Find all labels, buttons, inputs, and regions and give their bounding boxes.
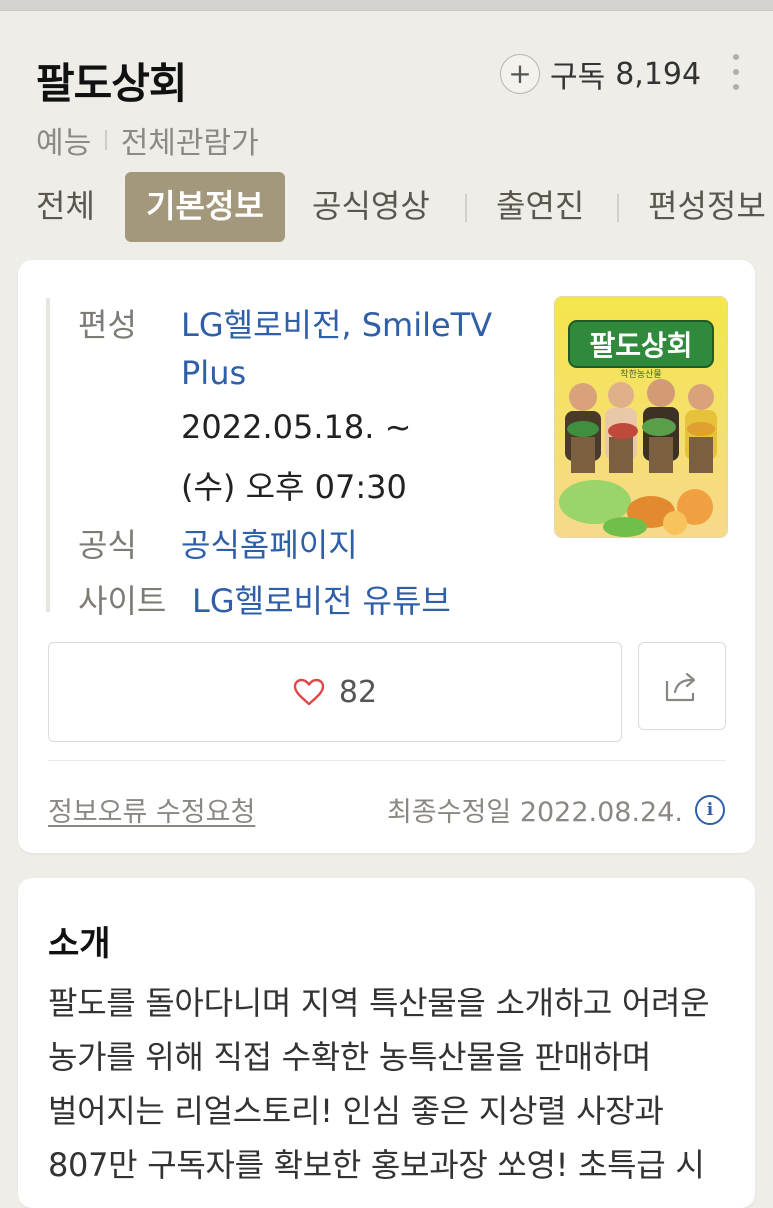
official-site-label: 공식 [78,526,137,564]
tab-bar: 전체 기본정보 공식영상 출연진 편성정보 [0,172,773,242]
last-modified-text: 최종수정일 2022.08.24. [387,797,683,828]
intro-card: 소개 팔도를 돌아다니며 지역 특산물을 소개하고 어려운 농가를 위해 직접 … [18,878,755,1208]
homepage-link[interactable]: 공식홈페이지 [181,520,358,566]
official-site-label-cont: 사이트 [78,582,167,620]
channel-link-cont[interactable]: Plus [181,354,246,392]
youtube-link[interactable]: LG헬로비전 유튜브 [192,576,451,622]
start-date: 2022.05.18. ~ [181,408,412,446]
like-count: 82 [338,674,378,710]
card-divider [48,760,726,761]
tab-divider [617,194,619,222]
program-title: 팔도상회 [36,59,188,108]
program-poster[interactable]: 팔도상회 착한농산물 [554,296,728,538]
last-modified: 최종수정일 2022.08.24. i [387,790,725,829]
like-button[interactable]: 82 [48,642,622,742]
intro-body: 팔도를 돌아다니며 지역 특산물을 소개하고 어려운 농가를 위해 직접 수확한… [48,984,710,1184]
program-meta: 예능 전체관람가 [36,118,259,162]
broadcast-label: 편성 [78,306,137,344]
age-rating: 전체관람가 [120,126,259,161]
heart-icon [293,678,325,706]
tab-schedule[interactable]: 편성정보 [648,172,766,242]
plus-icon: + [500,54,540,94]
tab-cast[interactable]: 출연진 [496,172,584,242]
airtime: (수) 오후 07:30 [181,468,407,506]
poster-subtitle: 착한농산물 [620,369,661,380]
report-error-link[interactable]: 정보오류 수정요청 [48,790,255,829]
subscriber-count: 8,194 [615,56,702,92]
channel-link[interactable]: LG헬로비전, SmileTV [181,300,492,346]
tab-basic-info[interactable]: 기본정보 [125,172,285,242]
genre-label: 예능 [36,126,92,161]
poster-title: 팔도상회 [589,329,692,362]
tab-divider [465,194,467,222]
tab-official-videos[interactable]: 공식영상 [312,172,430,242]
more-vertical-icon[interactable] [726,54,746,90]
info-accent-bar [46,298,50,612]
tab-all[interactable]: 전체 [36,172,95,242]
share-button[interactable] [638,642,726,730]
intro-heading: 소개 [48,924,111,964]
info-icon[interactable]: i [695,794,725,825]
subscribe-label: 구독 [550,60,606,95]
basic-info-card: 편성 LG헬로비전, SmileTV Plus 2022.05.18. ~ (수… [18,260,755,853]
meta-divider [105,130,107,150]
browser-top-strip [0,0,773,11]
share-icon [665,672,696,702]
subscribe-button[interactable]: + 구독 8,194 [500,52,701,96]
